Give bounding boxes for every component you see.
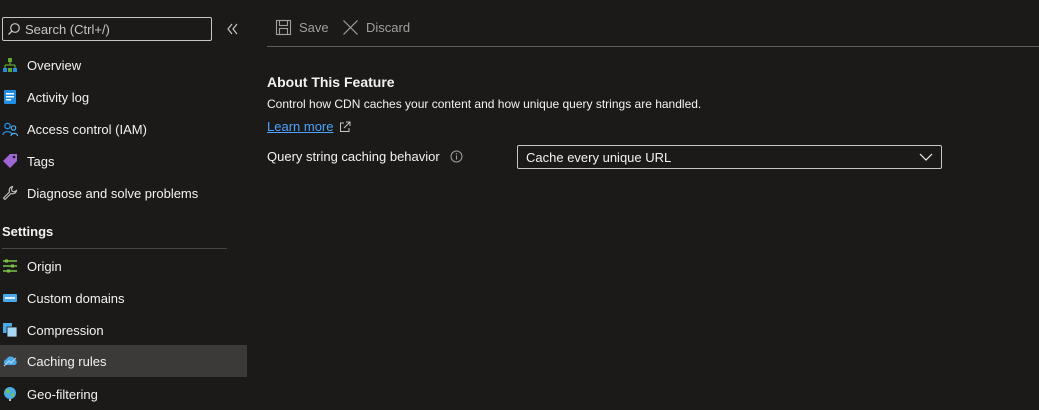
settings-section-header: Settings [2,224,54,239]
feature-title: About This Feature [267,74,395,90]
learn-more-text: Learn more [267,119,334,134]
discard-label: Discard [366,19,411,35]
sidebar-item-activity-log[interactable]: Activity log [0,81,247,113]
feature-description: Control how CDN caches your content and … [267,97,702,111]
collapse-sidebar-icon[interactable] [223,20,241,38]
sidebar-item-diagnose[interactable]: Diagnose and solve problems [0,177,247,209]
save-icon [274,18,292,36]
section-divider [2,248,227,249]
save-button[interactable]: Save [274,18,329,36]
origin-icon [2,258,18,274]
sidebar-item-geo-filtering[interactable]: Geo-filtering [0,378,247,410]
command-bar: Save Discard [267,14,1039,44]
sidebar-item-custom-domains[interactable]: Custom domains [0,282,247,314]
search-icon [8,23,20,35]
query-string-label-row: Query string caching behavior [267,149,463,164]
caching-rules-icon [2,353,18,369]
query-string-caching-dropdown[interactable]: Cache every unique URL [517,145,942,169]
sidebar-item-label: Tags [27,153,55,169]
search-row [2,17,247,41]
sidebar-item-label: Compression [27,322,104,338]
sidebar-item-label: Overview [27,57,82,73]
info-icon[interactable] [450,150,463,163]
save-label: Save [299,19,329,35]
search-box[interactable] [2,17,212,41]
learn-more-link[interactable]: Learn more [267,119,351,134]
sidebar-item-overview[interactable]: Overview [0,49,247,81]
query-string-label: Query string caching behavior [267,149,440,164]
sidebar-item-tags[interactable]: Tags [0,145,247,177]
toolbar-divider [267,46,1039,47]
chevron-down-icon [919,153,933,161]
sidebar: Overview Activity log Access control (IA… [0,0,247,408]
overview-icon [2,57,18,73]
sidebar-item-label: Access control (IAM) [27,121,147,137]
globe-icon [2,386,18,402]
sidebar-item-label: Geo-filtering [27,386,98,402]
sidebar-item-label: Custom domains [27,290,125,306]
sidebar-item-access-control[interactable]: Access control (IAM) [0,113,247,145]
external-link-icon [340,121,351,132]
sidebar-item-label: Activity log [27,89,90,105]
dropdown-selected-value: Cache every unique URL [526,149,672,165]
custom-domains-icon [2,290,18,306]
sidebar-item-caching-rules[interactable]: Caching rules [0,345,247,377]
close-icon [341,18,359,36]
wrench-icon [2,185,18,201]
access-control-icon [2,121,18,137]
activity-log-icon [2,89,18,105]
sidebar-item-label: Origin [27,258,62,274]
tag-icon [2,153,18,169]
sidebar-item-origin[interactable]: Origin [0,250,247,282]
compression-icon [2,322,18,338]
search-input[interactable] [25,20,205,38]
sidebar-item-label: Diagnose and solve problems [27,185,199,201]
sidebar-item-compression[interactable]: Compression [0,314,247,346]
discard-button[interactable]: Discard [341,18,410,36]
sidebar-item-label: Caching rules [27,353,107,369]
